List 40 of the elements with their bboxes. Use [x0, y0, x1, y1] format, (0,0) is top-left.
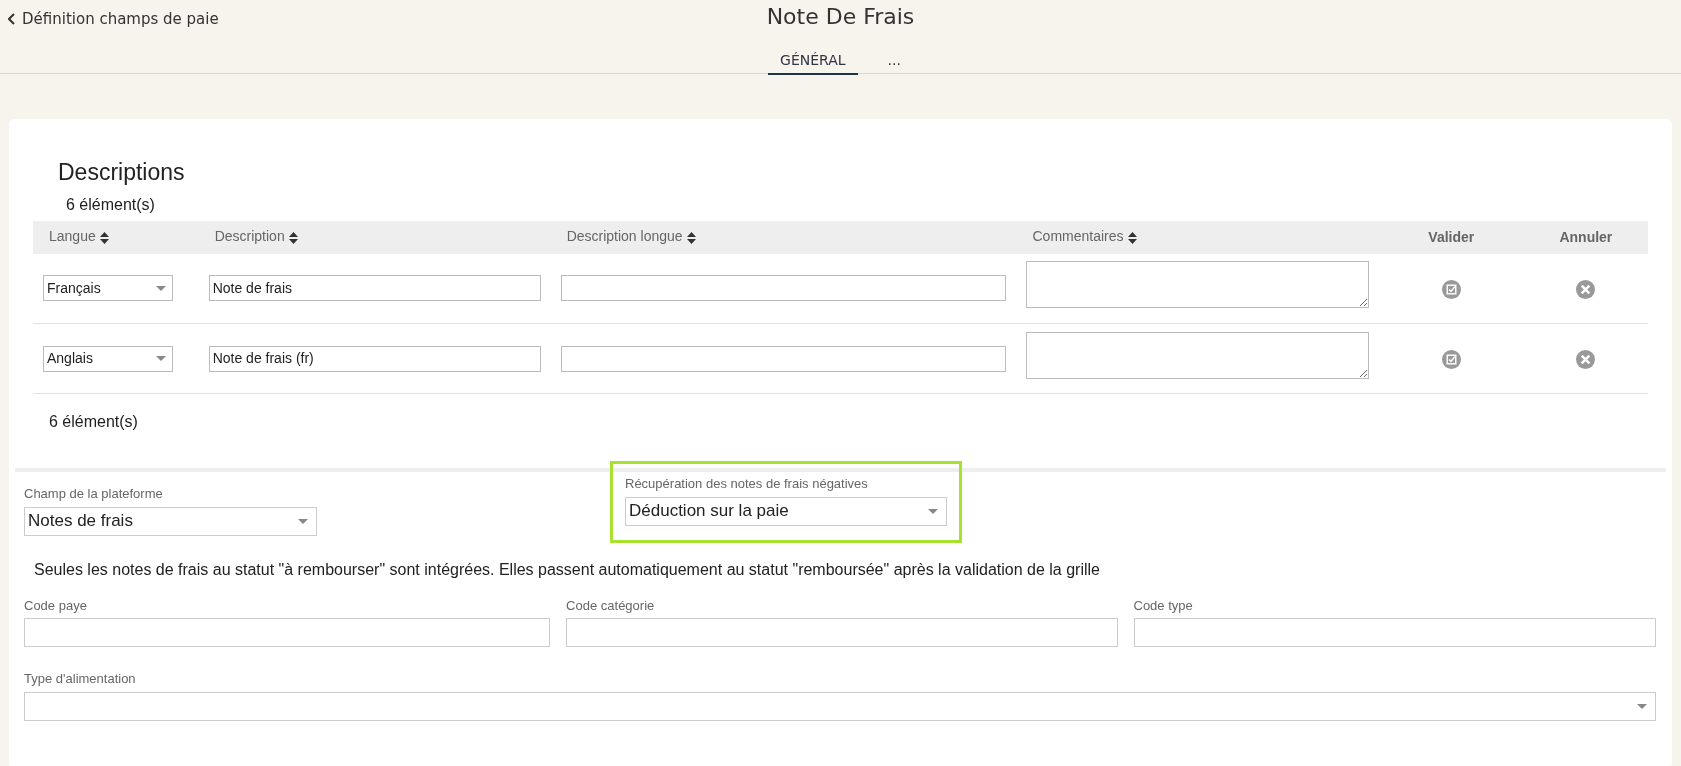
item-count: 6 élément(s)	[49, 412, 139, 433]
field-label: Type d'alimentation	[24, 670, 137, 689]
comment-field[interactable]	[1026, 331, 1369, 379]
chevron-left-icon	[8, 13, 16, 26]
long-description-field[interactable]	[560, 345, 1007, 372]
field-label: Récupération des notes de frais négatives	[625, 475, 869, 494]
long-description-field[interactable]	[560, 275, 1007, 302]
column-header[interactable]: Commentaires	[1016, 220, 1379, 254]
field-label: Code type	[1133, 596, 1194, 615]
column-header[interactable]: Annuler	[1523, 220, 1648, 254]
language-select[interactable]: Français	[43, 275, 173, 302]
info-text: Seules les notes de frais au statut "à rembourser" sont intégrées. Elles passent automatiquement au statut "remboursée" après la validation de la grille	[34, 559, 1101, 580]
back-link[interactable]: Définition champs de paie	[8, 8, 219, 31]
section-title: Descriptions	[58, 159, 186, 187]
field-label: Code catégorie	[566, 596, 656, 615]
dropdown-arrow-icon	[156, 356, 166, 362]
code-field[interactable]	[566, 618, 1118, 648]
language-select[interactable]: Anglais	[43, 345, 173, 372]
setting-select[interactable]: Notes de frais	[24, 506, 317, 536]
column-header[interactable]: Description longue	[550, 220, 1017, 254]
description-field[interactable]: Note de frais	[208, 275, 541, 302]
dropdown-arrow-icon	[1637, 703, 1647, 709]
field-label: Code paye	[24, 596, 88, 615]
code-field[interactable]	[1133, 618, 1656, 648]
item-count: 6 élément(s)	[66, 194, 156, 215]
feed-select[interactable]	[24, 691, 1656, 721]
column-header[interactable]: Langue	[33, 220, 199, 254]
column-header[interactable]: Description	[198, 220, 551, 254]
column-header[interactable]: Valider	[1378, 220, 1524, 254]
dropdown-arrow-icon	[156, 285, 166, 291]
dropdown-arrow-icon	[298, 518, 308, 524]
comment-field[interactable]	[1026, 261, 1369, 309]
field-label: Champ de la plateforme	[24, 485, 164, 504]
tab[interactable]: GÉNÉRAL	[768, 50, 858, 76]
description-field[interactable]: Note de frais (fr)	[208, 345, 541, 372]
page-title: Note De Frais	[766, 3, 915, 31]
tab[interactable]: ...	[875, 50, 913, 76]
code-field[interactable]	[24, 618, 551, 648]
setting-select[interactable]: Déduction sur la paie	[625, 496, 947, 526]
dropdown-arrow-icon	[928, 508, 938, 514]
